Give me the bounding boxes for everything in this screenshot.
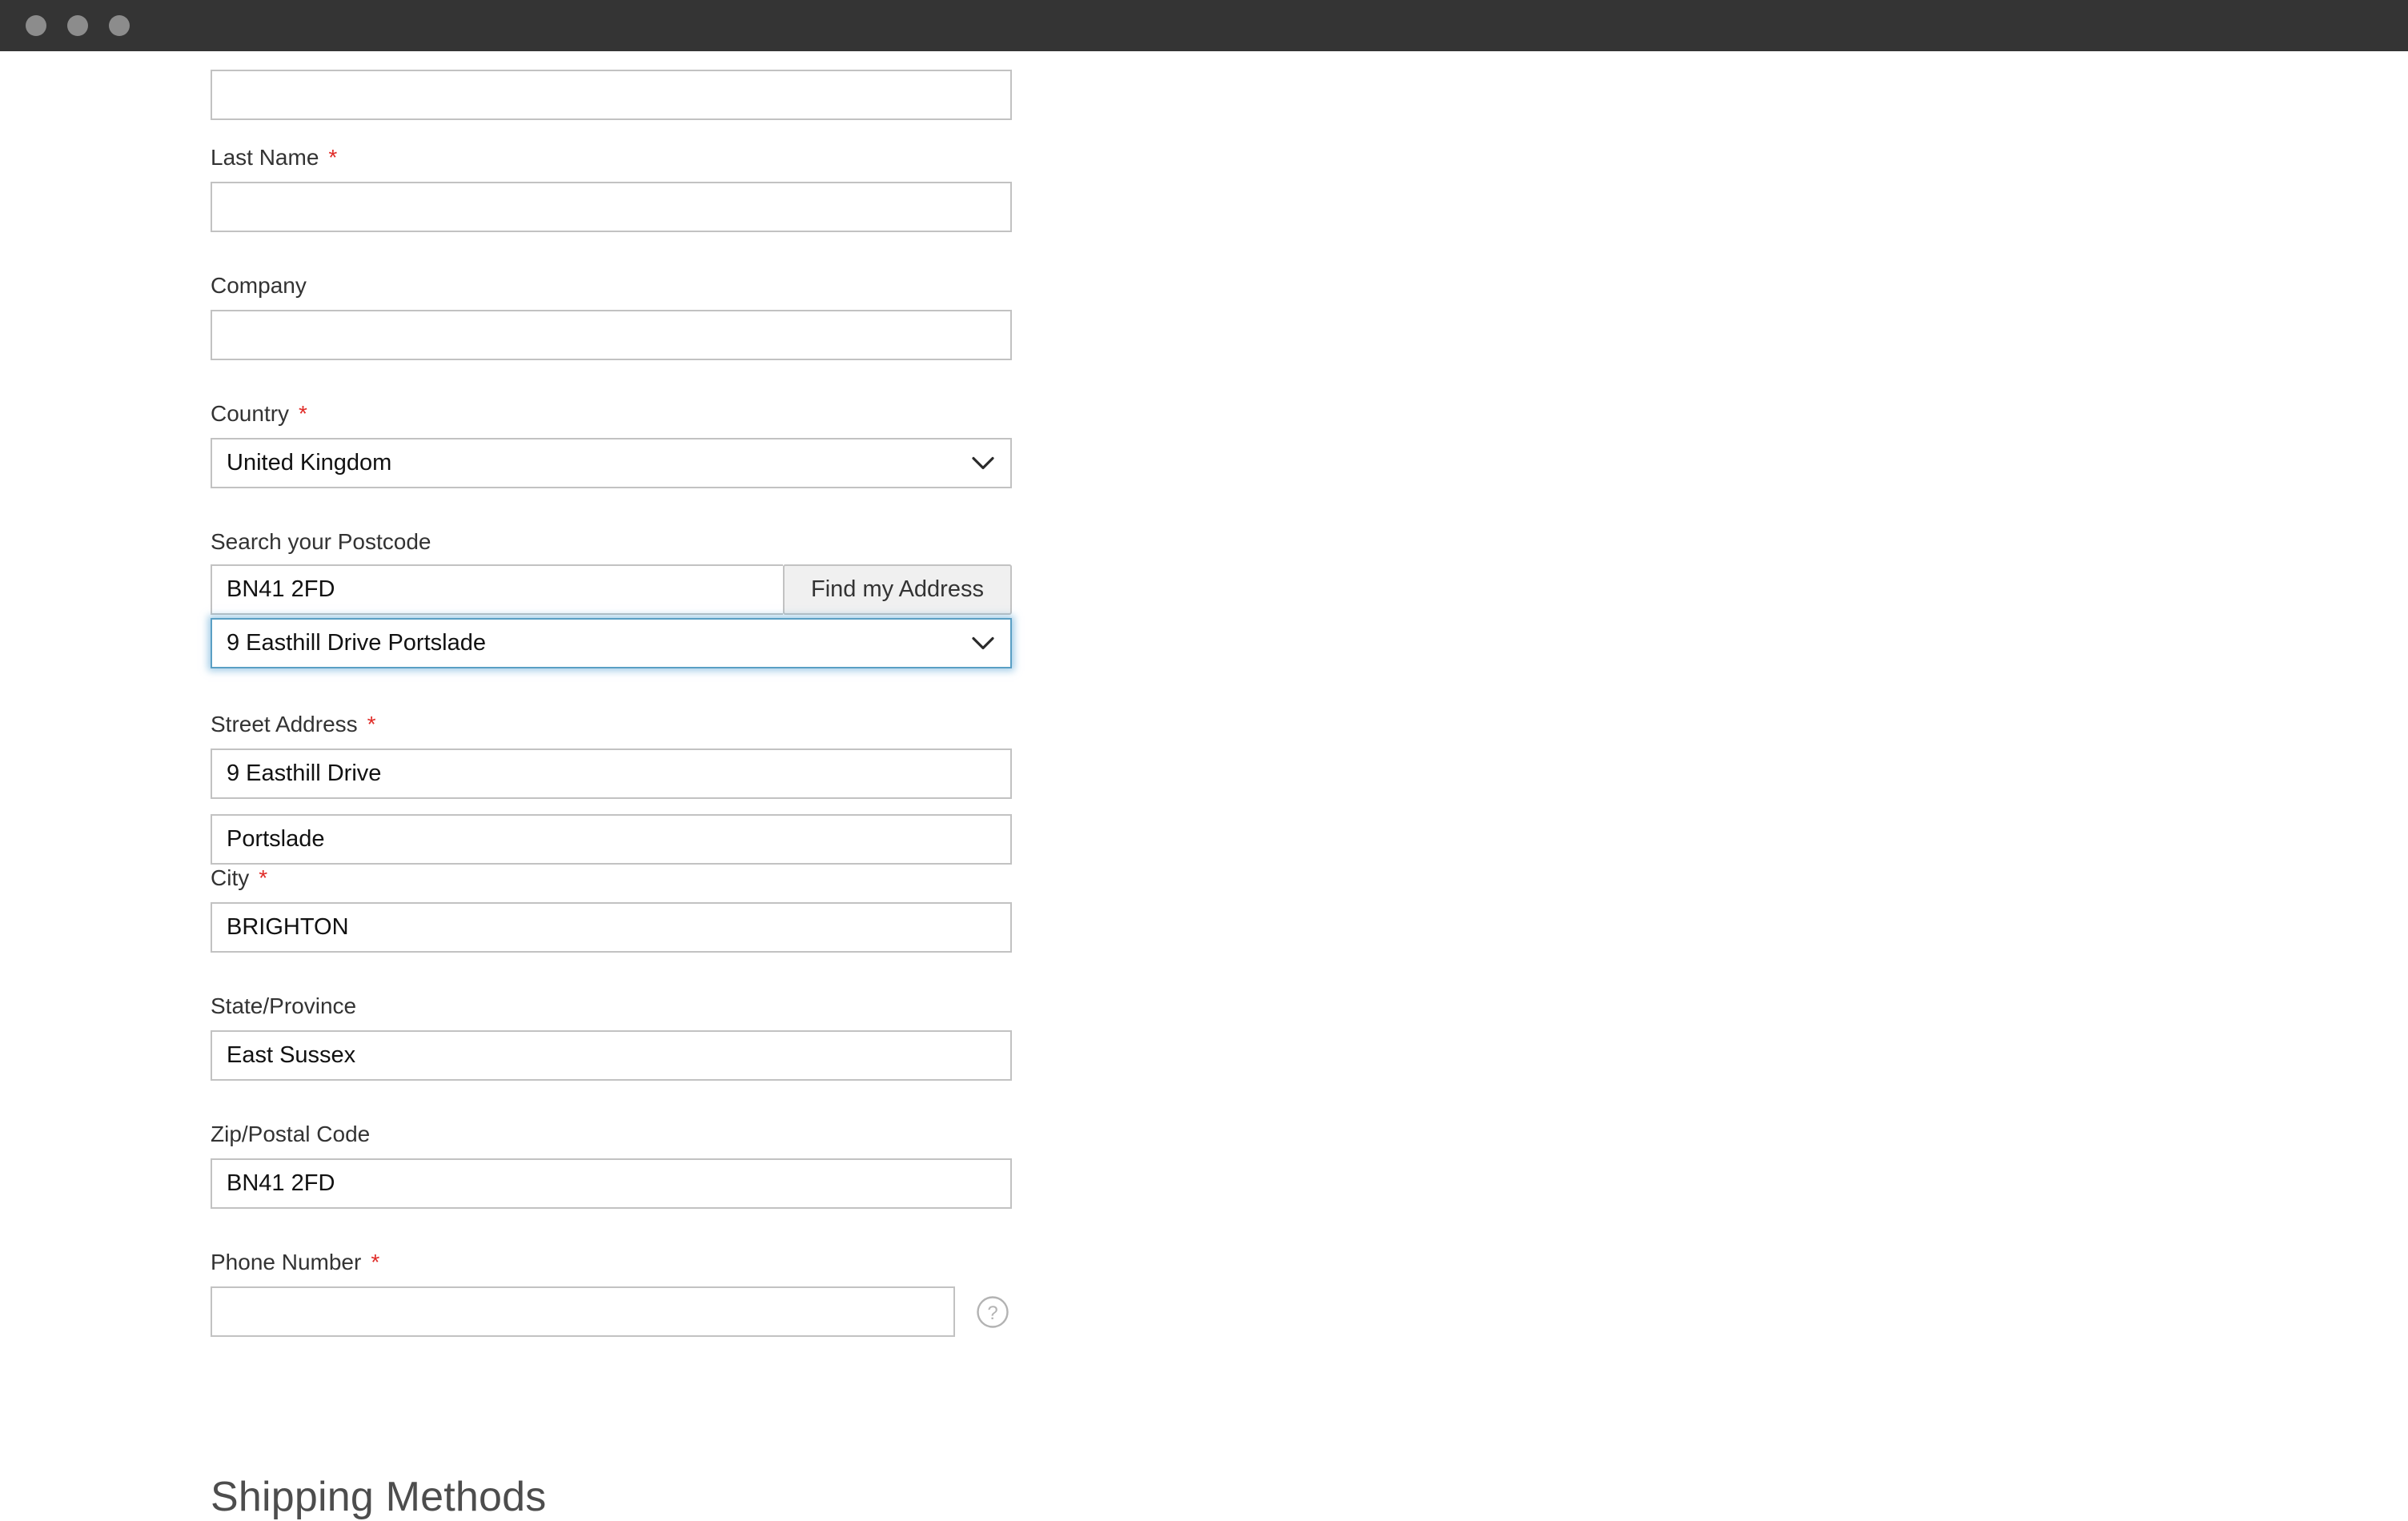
street-address-label-text: Street Address — [211, 712, 358, 736]
country-select[interactable] — [211, 438, 1012, 488]
city-input[interactable] — [211, 902, 1012, 953]
company-label: Company — [211, 272, 1012, 299]
company-label-text: Company — [211, 273, 307, 298]
field-postcode-search: Search your Postcode Find my Address — [211, 528, 1012, 615]
street-address-line2-input[interactable] — [211, 814, 1012, 865]
field-city: City * — [211, 865, 1012, 953]
postcode-search-label-text: Search your Postcode — [211, 529, 431, 554]
zip-postal-code-input[interactable] — [211, 1158, 1012, 1209]
question-mark-circle-icon[interactable]: ? — [976, 1295, 1009, 1329]
minimize-dot[interactable] — [67, 15, 88, 36]
find-my-address-button[interactable]: Find my Address — [783, 564, 1012, 615]
address-result-select-value[interactable] — [211, 618, 1012, 668]
svg-text:?: ? — [987, 1302, 997, 1324]
zip-postal-code-label-text: Zip/Postal Code — [211, 1122, 371, 1146]
state-province-input[interactable] — [211, 1030, 1012, 1081]
state-province-label-text: State/Province — [211, 993, 357, 1018]
street-address-label: Street Address * — [211, 711, 1012, 738]
required-asterisk: * — [259, 865, 268, 890]
postcode-search-row: Find my Address — [211, 564, 1012, 615]
phone-number-row: ? — [211, 1286, 1012, 1337]
phone-number-label: Phone Number * — [211, 1249, 1012, 1276]
street-address-line1-input[interactable] — [211, 748, 1012, 799]
field-last-name: Last Name * — [211, 144, 1012, 232]
required-asterisk: * — [371, 1250, 380, 1274]
state-province-label: State/Province — [211, 993, 1012, 1020]
field-country: Country * — [211, 400, 1012, 488]
address-result-select[interactable] — [211, 618, 1012, 668]
last-name-label-text: Last Name — [211, 145, 319, 170]
first-name-input[interactable] — [211, 70, 1012, 120]
country-select-value[interactable] — [211, 438, 1012, 488]
field-company: Company — [211, 272, 1012, 360]
company-input[interactable] — [211, 310, 1012, 360]
field-street-address: Street Address * — [211, 711, 1012, 865]
maximize-dot[interactable] — [109, 15, 130, 36]
required-asterisk: * — [328, 145, 338, 170]
city-label-text: City — [211, 865, 250, 890]
shipping-methods-heading: Shipping Methods — [211, 1474, 547, 1520]
country-label: Country * — [211, 400, 1012, 427]
postcode-search-label: Search your Postcode — [211, 528, 1012, 556]
required-asterisk: * — [299, 401, 307, 426]
zip-postal-code-label: Zip/Postal Code — [211, 1121, 1012, 1148]
window-titlebar — [0, 0, 2408, 51]
field-phone-number: Phone Number * ? — [211, 1249, 1012, 1337]
checkout-shipping-address-form: Last Name * Company Country * Search your … — [0, 51, 2408, 1520]
field-zip-postal-code: Zip/Postal Code — [211, 1121, 1012, 1209]
last-name-label: Last Name * — [211, 144, 1012, 171]
country-label-text: Country — [211, 401, 290, 426]
field-address-result — [211, 618, 1012, 668]
field-state-province: State/Province — [211, 993, 1012, 1081]
required-asterisk: * — [367, 712, 376, 736]
city-label: City * — [211, 865, 1012, 892]
phone-number-label-text: Phone Number — [211, 1250, 362, 1274]
close-dot[interactable] — [26, 15, 46, 36]
field-first-name — [211, 70, 1012, 120]
last-name-input[interactable] — [211, 182, 1012, 232]
phone-number-input[interactable] — [211, 1286, 955, 1337]
postcode-search-input[interactable] — [211, 564, 783, 615]
